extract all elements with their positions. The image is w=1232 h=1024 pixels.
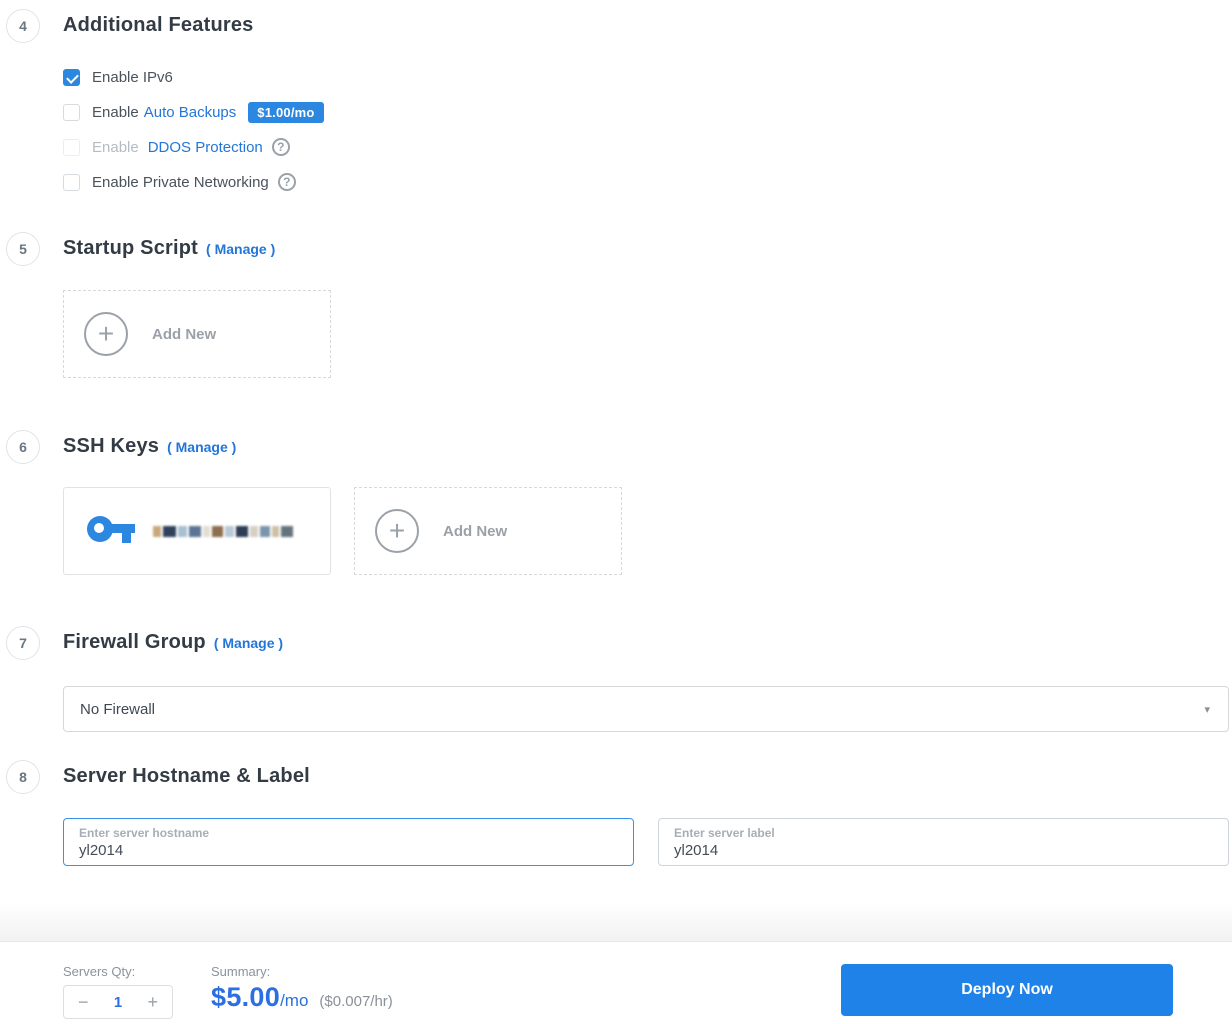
auto-backups-checkbox[interactable] [63,103,80,121]
auto-backups-price-badge: $1.00/mo [248,101,324,123]
ssh-key-add-new-card[interactable]: + Add New [354,487,622,575]
deploy-now-button[interactable]: Deploy Now [841,964,1173,1016]
ssh-add-new-label: Add New [443,522,508,540]
step-8-circle: 8 [6,760,40,794]
servers-qty-label: Servers Qty: [63,964,136,979]
deploy-server-page: 4 Additional Features Enable IPv6 Enable… [0,0,1232,1024]
redacted-key-name [153,525,295,538]
chevron-down-icon: ▾ [1204,703,1210,716]
per-month-suffix: /mo [280,991,309,1010]
enable-ipv6-row: Enable IPv6 [63,68,173,86]
ipv6-checkbox[interactable] [63,68,80,86]
qty-value: 1 [113,993,123,1011]
firewall-selected-value: No Firewall [80,700,156,718]
hostname-field-wrapper: Enter server hostname [63,818,634,866]
auto-backups-label: Enable [92,103,139,121]
hostname-field-label: Enter server hostname [79,826,210,840]
monthly-price: $5.00 [211,982,281,1012]
startup-add-new-label: Add New [152,325,217,343]
server-hostname-input[interactable] [79,840,619,859]
enable-ddos-row: Enable DDOS Protection ? [63,138,290,156]
step-7-circle: 7 [6,626,40,660]
enable-auto-backups-row: Enable Auto Backups $1.00/mo [63,101,324,123]
deploy-footer-bar: Servers Qty: − 1 + Summary: $5.00 /mo ($… [0,941,1232,1024]
summary-label: Summary: [211,964,271,979]
step-4-circle: 4 [6,9,40,43]
plus-circle-icon: + [84,312,128,356]
ddos-label: Enable [92,138,139,156]
qty-decrease-button[interactable]: − [78,993,89,1011]
ssh-key-card[interactable] [63,487,331,575]
private-networking-checkbox[interactable] [63,173,80,191]
hourly-price: ($0.007/hr) [319,993,393,1010]
step-5-circle: 5 [6,232,40,266]
ssh-keys-title: SSH Keys [63,435,160,457]
label-field-label: Enter server label [674,826,775,840]
additional-features-title: Additional Features [63,14,254,36]
ssh-key-icon [87,516,135,543]
ddos-checkbox[interactable] [63,138,80,156]
ipv6-label: Enable IPv6 [92,68,173,86]
server-hostname-label-title: Server Hostname & Label [63,765,310,787]
server-label-input[interactable] [674,840,1214,859]
auto-backups-link[interactable]: Auto Backups [144,104,237,121]
quantity-stepper: − 1 + [63,985,173,1019]
startup-script-title: Startup Script [63,237,199,259]
step-6-circle: 6 [6,430,40,464]
startup-script-add-new-card[interactable]: + Add New [63,290,331,378]
ddos-help-icon[interactable]: ? [271,138,290,156]
price-summary: $5.00 /mo ($0.007/hr) [211,982,393,1013]
qty-increase-button[interactable]: + [147,993,158,1011]
ddos-protection-link[interactable]: DDOS Protection [148,139,263,156]
label-field-wrapper: Enter server label [658,818,1229,866]
enable-private-networking-row: Enable Private Networking ? [63,173,296,191]
startup-script-manage-link[interactable]: ( Manage ) [206,241,275,257]
firewall-select[interactable]: No Firewall ▾ [63,686,1229,732]
firewall-group-title: Firewall Group [63,631,206,653]
footer-shadow [0,901,1232,941]
firewall-group-manage-link[interactable]: ( Manage ) [214,635,283,651]
private-networking-label: Enable Private Networking [92,173,269,191]
ssh-keys-manage-link[interactable]: ( Manage ) [167,439,236,455]
plus-circle-icon: + [375,509,419,553]
private-networking-help-icon[interactable]: ? [277,173,296,191]
